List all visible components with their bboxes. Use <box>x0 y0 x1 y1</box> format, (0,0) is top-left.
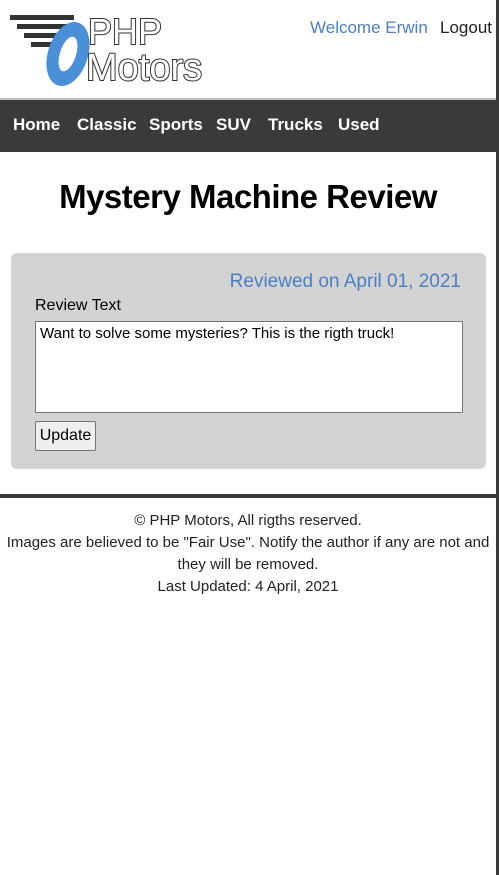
logo-graphic: PHP Motors <box>10 10 203 90</box>
nav-item-suv[interactable]: SUV <box>216 115 251 135</box>
logo-text-php: PHP <box>88 12 162 52</box>
footer-divider <box>0 494 499 498</box>
update-button[interactable]: Update <box>35 421 96 451</box>
page-title: Mystery Machine Review <box>59 178 437 215</box>
footer-copyright: © PHP Motors, All rigths reserved. <box>134 512 362 529</box>
php-motors-logo[interactable]: PHP Motors <box>10 10 242 90</box>
main-nav: Home Classic Sports SUV Trucks Used <box>0 98 496 152</box>
welcome-user-link[interactable]: Welcome Erwin <box>310 18 428 38</box>
nav-item-trucks[interactable]: Trucks <box>268 115 323 135</box>
footer-last-updated: Last Updated: 4 April, 2021 <box>157 578 339 595</box>
nav-item-home[interactable]: Home <box>13 115 60 135</box>
footer-fair-use: Images are believed to be "Fair Use". No… <box>6 534 490 573</box>
review-text-input[interactable]: Want to solve some mysteries? This is th… <box>35 321 463 413</box>
logout-link[interactable]: Logout <box>440 18 492 38</box>
site-header: PHP Motors Welcome Erwin Logout <box>0 0 499 98</box>
nav-item-sports[interactable]: Sports <box>149 115 203 135</box>
review-edit-card: Reviewed on April 01, 2021 Review Text W… <box>11 253 486 469</box>
reviewed-date: Reviewed on April 01, 2021 <box>229 271 461 292</box>
nav-item-used[interactable]: Used <box>338 115 380 135</box>
logo-text-motors: Motors <box>86 47 202 88</box>
site-footer: © PHP Motors, All rigths reserved. Image… <box>0 510 496 598</box>
review-text-label: Review Text <box>35 297 121 314</box>
nav-item-classic[interactable]: Classic <box>77 115 137 135</box>
